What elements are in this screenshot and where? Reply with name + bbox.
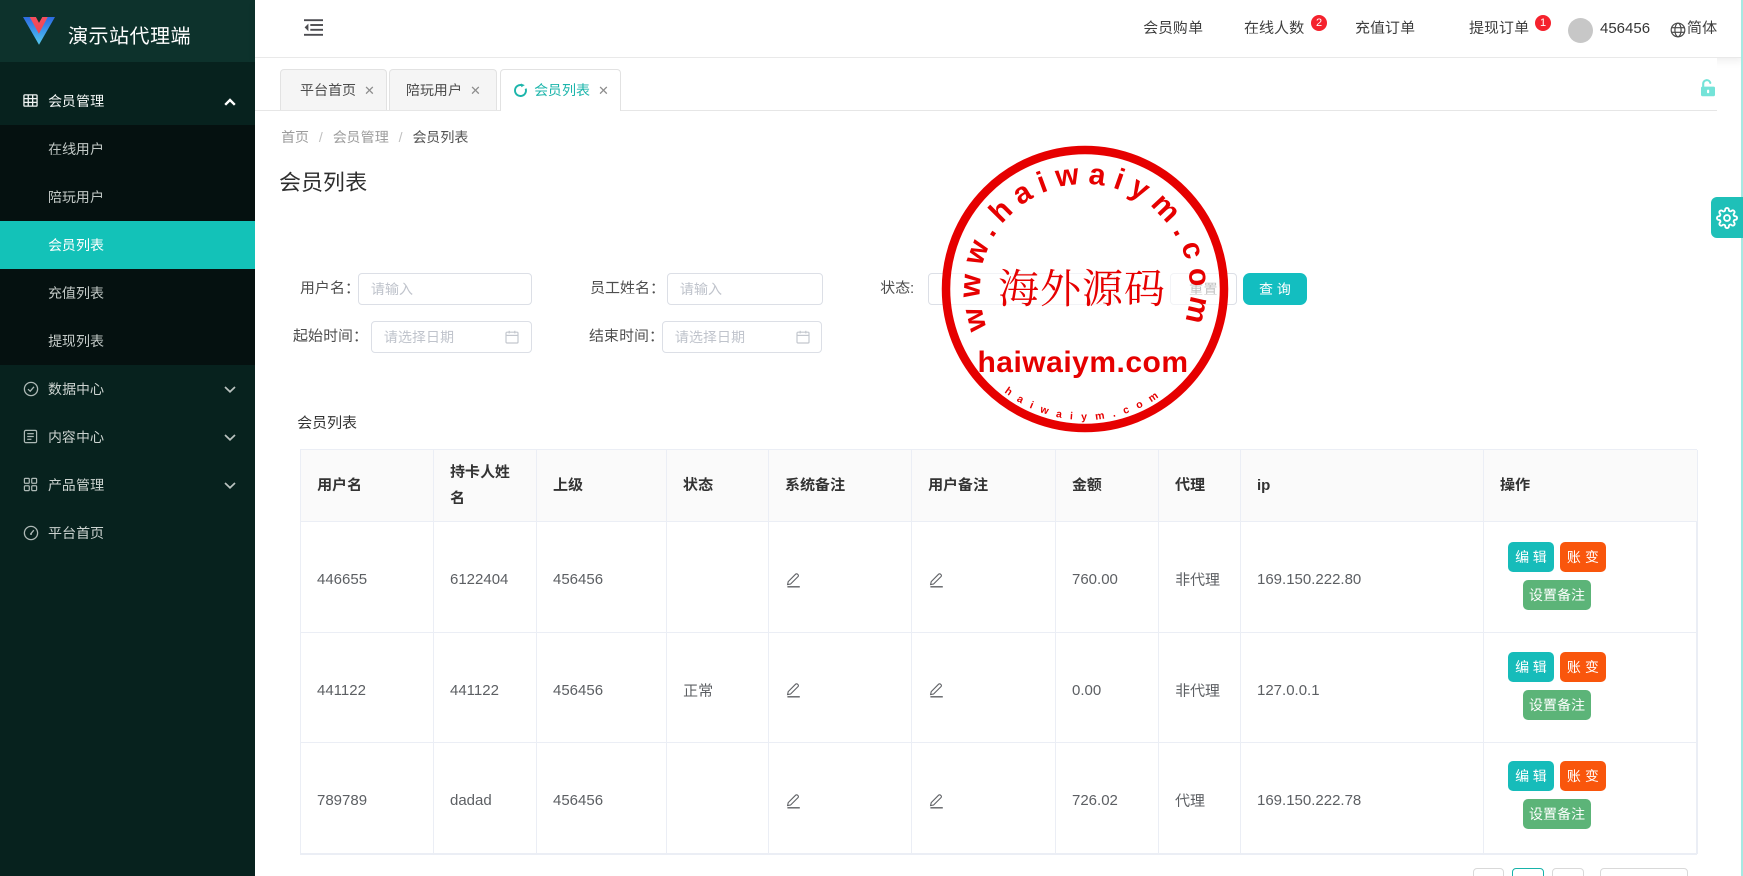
svg-text:海外源码: 海外源码 bbox=[998, 256, 1166, 315]
svg-text:haiwaiym.com: haiwaiym.com bbox=[977, 346, 1188, 379]
